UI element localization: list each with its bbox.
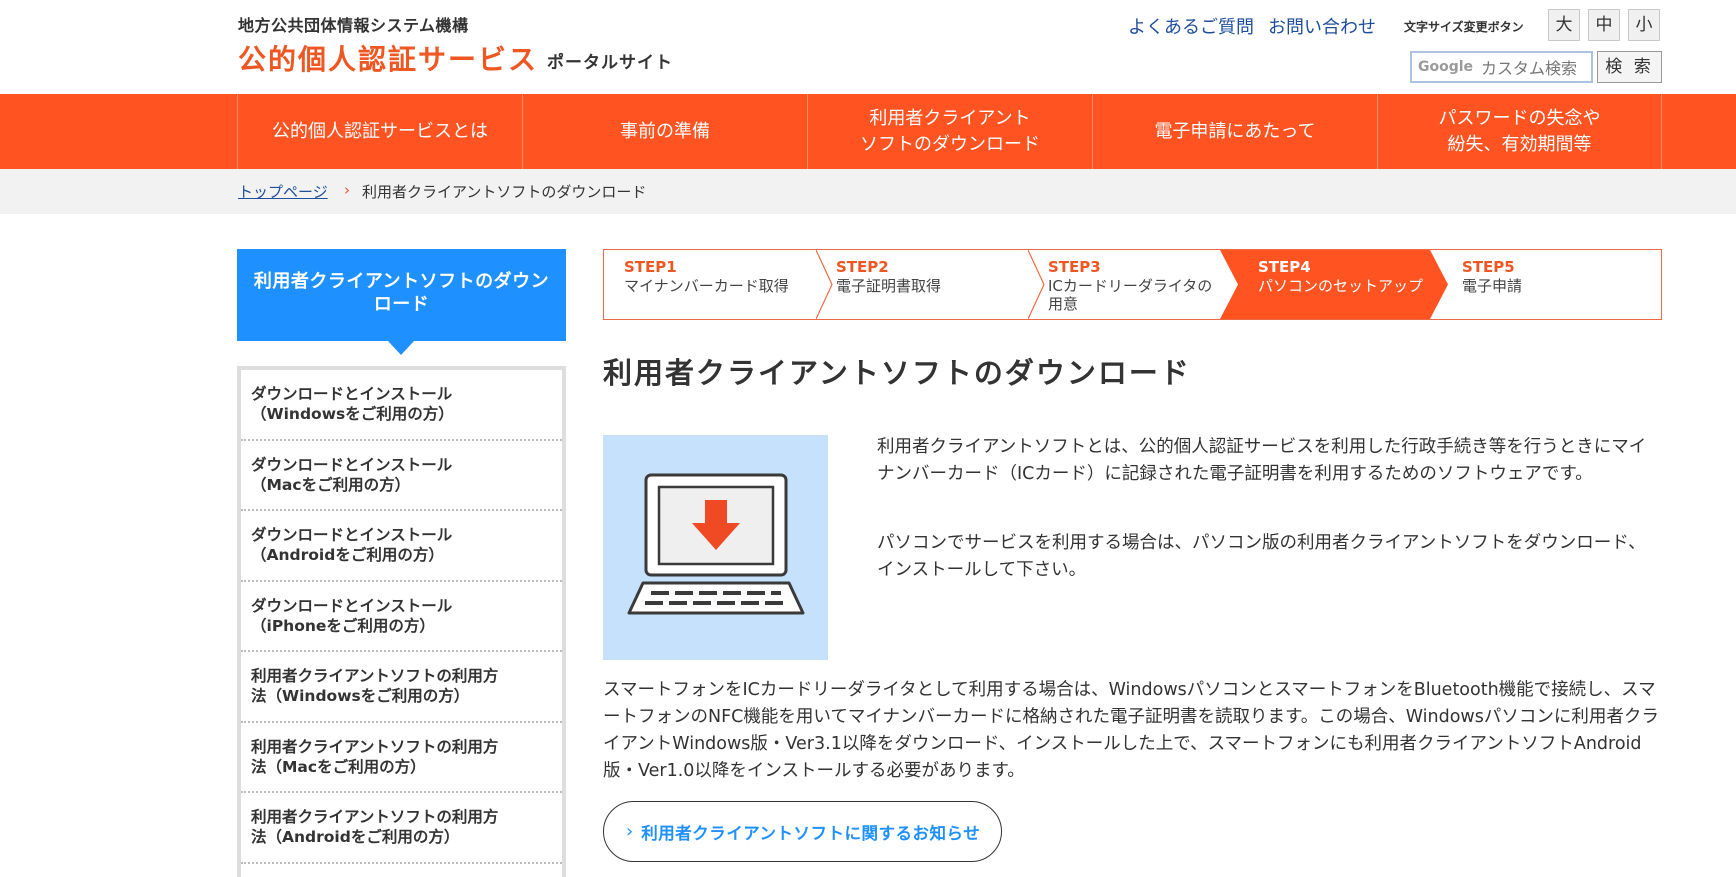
step-label: マイナンバーカード取得 (624, 276, 789, 295)
step-label: ICカードリーダライタの 用意 (1048, 276, 1213, 313)
site-logo[interactable]: 公的個人認証サービス (238, 38, 538, 78)
notice-button-label: 利用者クライアントソフトに関するお知らせ (641, 823, 981, 843)
portal-label: ポータルサイト (547, 53, 673, 73)
breadcrumb-home-link[interactable]: トップページ (238, 181, 328, 202)
step-number: STEP5 (1462, 258, 1515, 276)
org-name: 地方公共団体情報システム機構 (238, 16, 469, 35)
sidebar-item-usage-windows[interactable]: 利用者クライアントソフトの利用方 法（Windowsをご利用の方） (241, 652, 562, 723)
font-large-button[interactable]: 大 (1548, 9, 1580, 41)
laptop-download-icon (603, 435, 828, 660)
sidebar-item-label: ダウンロードとインストール （Windowsをご利用の方） (251, 385, 454, 424)
pc-paragraph: パソコンでサービスを利用する場合は、パソコン版の利用者クライアントソフトをダウン… (877, 533, 1646, 581)
contact-link[interactable]: お問い合わせ (1268, 17, 1376, 38)
sidebar-item-label: ダウンロードとインストール （Androidをご利用の方） (251, 526, 453, 565)
step-number: STEP1 (624, 258, 677, 276)
step-2[interactable]: STEP2 電子証明書取得 (816, 250, 1028, 319)
nav-item-label: 公的個人認証サービスとは (272, 120, 488, 142)
step-number: STEP4 (1258, 258, 1311, 276)
font-medium-button[interactable]: 中 (1588, 9, 1620, 41)
step-4[interactable]: STEP4 パソコンのセットアップ (1238, 250, 1432, 319)
sidebar-item-label: ダウンロードとインストール （Macをご利用の方） (251, 455, 453, 494)
step-5[interactable]: STEP5 電子申請 (1442, 250, 1654, 319)
utility-links: よくあるご質問 お問い合わせ (1128, 13, 1390, 39)
search-input[interactable]: Google カスタム検索 (1410, 51, 1593, 83)
chevron-right-icon: › (626, 821, 634, 842)
sidebar-item-install-mac[interactable]: ダウンロードとインストール （Macをご利用の方） (241, 441, 562, 511)
nav-item-label: 利用者クライアント ソフトのダウンロード (860, 108, 1040, 155)
step-3[interactable]: STEP3 ICカードリーダライタの 用意 (1028, 250, 1240, 319)
nav-item-password[interactable]: パスワードの失念や 紛失、有効期間等 (1377, 94, 1662, 169)
smartphone-paragraph: スマートフォンをICカードリーダライタとして利用する場合は、Windowsパソコ… (603, 680, 1659, 782)
nav-item-label: パスワードの失念や 紛失、有効期間等 (1438, 108, 1601, 155)
chevron-right-icon: › (344, 181, 350, 199)
breadcrumb-current: 利用者クライアントソフトのダウンロード (362, 183, 647, 201)
sidebar-heading-pointer (388, 341, 414, 355)
nav-item-preparation[interactable]: 事前の準備 (522, 94, 807, 169)
sidebar-item-label: 利用者クライアントソフトの利用方 法（Androidをご利用の方） (251, 808, 499, 847)
step-progress: STEP1 マイナンバーカード取得 STEP2 電子証明書取得 STEP3 IC… (603, 249, 1662, 320)
breadcrumb: トップページ › 利用者クライアントソフトのダウンロード (0, 169, 1736, 214)
sidebar-item-label: 利用者クライアントソフトの利用方 法（Macをご利用の方） (251, 737, 499, 776)
google-logo: Google (1418, 59, 1474, 75)
sidebar-item-usage-android[interactable]: 利用者クライアントソフトの利用方 法（Androidをご利用の方） (241, 793, 562, 864)
sidebar-item-install-iphone[interactable]: ダウンロードとインストール （iPhoneをご利用の方） (241, 582, 562, 652)
sidebar-menu: ダウンロードとインストール （Windowsをご利用の方） ダウンロードとインス… (237, 366, 566, 877)
faq-link[interactable]: よくあるご質問 (1128, 17, 1254, 38)
nav-item-label: 事前の準備 (620, 120, 710, 142)
sidebar-item-label: 利用者クライアントソフトの利用方 法（Windowsをご利用の方） (251, 667, 499, 706)
step-1[interactable]: STEP1 マイナンバーカード取得 (604, 250, 816, 319)
nav-item-download[interactable]: 利用者クライアント ソフトのダウンロード (807, 94, 1092, 169)
sidebar-heading-text: 利用者クライアントソフトのダウン ロード (253, 271, 550, 315)
font-size-label: 文字サイズ変更ボタン (1404, 20, 1524, 34)
nav-item-label: 電子申請にあたって (1154, 120, 1316, 142)
step-label: 電子証明書取得 (836, 276, 942, 295)
search-placeholder: カスタム検索 (1481, 59, 1578, 78)
sidebar-item-install-windows[interactable]: ダウンロードとインストール （Windowsをご利用の方） (241, 370, 562, 441)
step-label: パソコンのセットアップ (1258, 276, 1424, 295)
step-number: STEP2 (836, 258, 889, 276)
page-title: 利用者クライアントソフトのダウンロード (603, 356, 1191, 390)
sidebar-heading: 利用者クライアントソフトのダウン ロード (237, 249, 566, 341)
global-nav: 公的個人認証サービスとは 事前の準備 利用者クライアント ソフトのダウンロード … (0, 94, 1736, 169)
nav-item-about[interactable]: 公的個人認証サービスとは (237, 94, 522, 169)
site-header: 地方公共団体情報システム機構 公的個人認証サービス ポータルサイト よくあるご質… (0, 0, 1736, 94)
nav-item-e-application[interactable]: 電子申請にあたって (1092, 94, 1377, 169)
step-label: 電子申請 (1462, 276, 1523, 295)
sidebar-item-label: ダウンロードとインストール （iPhoneをご利用の方） (251, 596, 453, 635)
font-small-button[interactable]: 小 (1628, 9, 1660, 41)
search-button[interactable]: 検 索 (1597, 51, 1662, 83)
intro-paragraph: 利用者クライアントソフトとは、公的個人認証サービスを利用した行政手続き等を行うと… (877, 437, 1647, 485)
sidebar-item-usage-mac[interactable]: 利用者クライアントソフトの利用方 法（Macをご利用の方） (241, 723, 562, 793)
step-number: STEP3 (1048, 258, 1101, 276)
client-software-notice-button[interactable]: › 利用者クライアントソフトに関するお知らせ (603, 801, 1002, 862)
sidebar-item-install-android[interactable]: ダウンロードとインストール （Androidをご利用の方） (241, 511, 562, 582)
